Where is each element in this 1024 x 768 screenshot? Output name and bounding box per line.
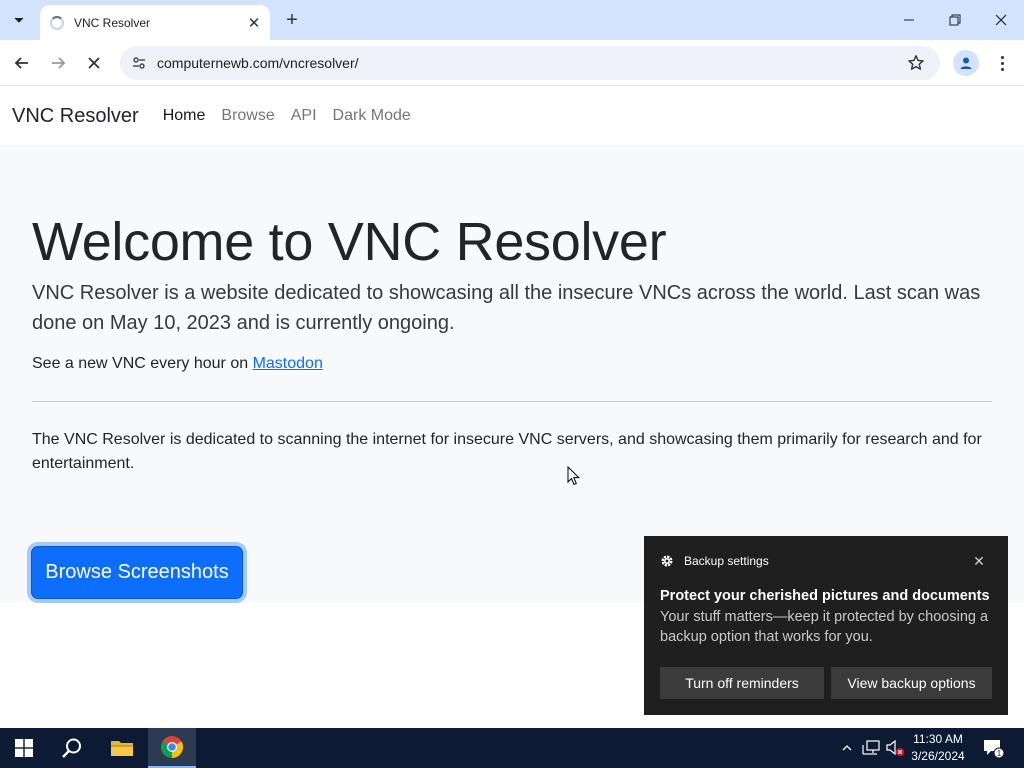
backup-notification: Backup settings ✕ Protect your cherished…	[644, 536, 1008, 715]
mastodon-link[interactable]: Mastodon	[253, 355, 323, 372]
description-text: The VNC Resolver is dedicated to scannin…	[32, 431, 982, 472]
notification-count: 1	[997, 749, 1002, 758]
address-bar[interactable]: computernewb.com/vncresolver/	[120, 46, 940, 80]
site-navbar: VNC Resolver Home Browse API Dark Mode	[0, 87, 1024, 145]
mastodon-line: See a new VNC every hour on Mastodon	[32, 355, 323, 373]
browser-tab-active[interactable]: VNC Resolver ✕	[40, 5, 270, 40]
toast-app-name: Backup settings	[684, 554, 769, 568]
bookmark-star-icon[interactable]	[904, 51, 928, 75]
action-center-icon[interactable]: 1	[982, 738, 1005, 759]
nav-home[interactable]: Home	[163, 107, 206, 125]
minimize-icon[interactable]	[886, 0, 932, 40]
mastodon-prefix: See a new VNC every hour on	[32, 355, 249, 372]
view-backup-options-button[interactable]: View backup options	[831, 667, 992, 699]
restore-icon[interactable]	[932, 0, 978, 40]
url-text[interactable]: computernewb.com/vncresolver/	[157, 55, 904, 71]
nav-api[interactable]: API	[291, 107, 317, 125]
close-window-icon[interactable]	[978, 0, 1024, 40]
volume-muted-icon[interactable]	[885, 738, 905, 758]
lead-text: VNC Resolver is a website dedicated to s…	[32, 282, 981, 334]
search-icon[interactable]	[48, 728, 96, 768]
toast-title: Protect your cherished pictures and docu…	[660, 588, 990, 604]
browser-toolbar: computernewb.com/vncresolver/	[0, 40, 1024, 86]
file-explorer-icon[interactable]	[98, 728, 146, 768]
new-tab-plus-icon[interactable]: +	[281, 9, 303, 31]
toast-header: Backup settings	[660, 554, 769, 568]
profile-avatar-icon[interactable]	[953, 50, 979, 76]
site-brand[interactable]: VNC Resolver	[12, 105, 139, 128]
site-info-icon[interactable]	[130, 54, 148, 72]
mouse-cursor-icon	[567, 466, 581, 486]
loading-spinner-icon	[50, 15, 64, 30]
show-hidden-icons-chevron-icon[interactable]	[837, 738, 857, 758]
clock-date: 3/26/2024	[911, 749, 965, 763]
toast-body: Your stuff matters—keep it protected by …	[660, 609, 989, 645]
network-icon[interactable]	[861, 738, 881, 758]
tab-strip: VNC Resolver ✕ +	[0, 0, 1024, 40]
divider	[32, 401, 992, 402]
page-title: Welcome to VNC Resolver	[32, 212, 667, 272]
nav-dark-mode[interactable]: Dark Mode	[333, 107, 411, 125]
forward-arrow-icon[interactable]	[46, 51, 70, 75]
tab-title: VNC Resolver	[74, 15, 151, 30]
toast-close-icon[interactable]: ✕	[971, 553, 987, 569]
browser-menu-icon[interactable]	[992, 51, 1012, 75]
tab-search-chevron-icon[interactable]	[6, 8, 32, 32]
tab-close-icon[interactable]: ✕	[244, 13, 264, 33]
windows-start-icon[interactable]	[0, 728, 48, 768]
nav-browse[interactable]: Browse	[221, 107, 274, 125]
gear-icon	[660, 554, 674, 568]
hero-section: Welcome to VNC Resolver VNC Resolver is …	[0, 145, 1024, 603]
stop-loading-icon[interactable]	[82, 51, 106, 75]
back-arrow-icon[interactable]	[10, 51, 34, 75]
chrome-taskbar-icon[interactable]	[148, 728, 196, 768]
windows-taskbar: 11:30 AM 3/26/2024 1	[0, 728, 1024, 768]
turn-off-reminders-button[interactable]: Turn off reminders	[660, 667, 824, 699]
taskbar-clock[interactable]: 11:30 AM 3/26/2024	[904, 731, 972, 765]
browse-screenshots-button[interactable]: Browse Screenshots	[31, 546, 243, 599]
clock-time: 11:30 AM	[913, 732, 963, 746]
